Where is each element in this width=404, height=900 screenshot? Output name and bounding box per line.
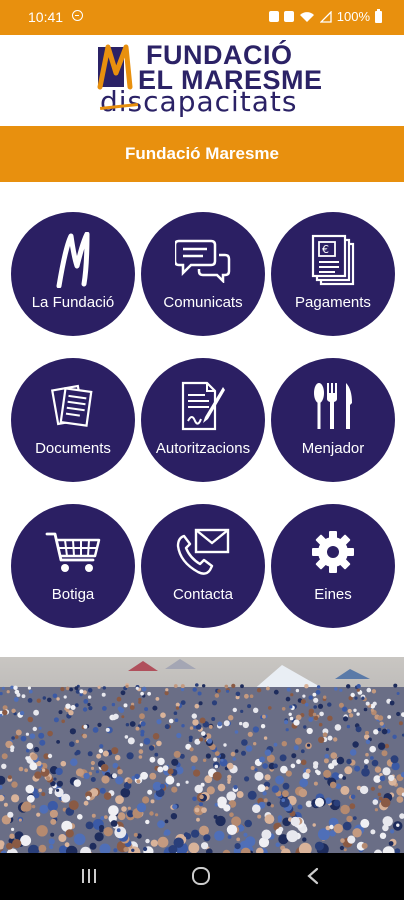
alarm-icon (283, 11, 294, 22)
menu-item-documents[interactable]: Documents (11, 358, 135, 482)
shopping-cart-icon (45, 524, 101, 580)
menu-item-botiga[interactable]: Botiga (11, 504, 135, 628)
menu-grid: La Fundació Comunicats € Pagaments Docum… (0, 182, 404, 657)
svg-text:€: € (322, 243, 329, 256)
back-icon[interactable] (306, 867, 320, 885)
sim-icon (268, 11, 279, 22)
phone-mail-icon (176, 524, 230, 580)
page-title: Fundació Maresme (125, 144, 279, 163)
status-icons: 100% (268, 8, 382, 24)
logo-text-line3: discapacitats (100, 85, 298, 118)
menu-item-autoritzacions[interactable]: Autoritzacions (141, 358, 265, 482)
menu-item-label: Pagaments (295, 294, 371, 311)
menu-item-label: Contacta (172, 586, 234, 603)
menu-item-label: Documents (35, 440, 111, 457)
battery-icon (375, 8, 382, 23)
menu-item-label: Comunicats (163, 294, 243, 311)
menu-item-contacta[interactable]: Contacta (141, 504, 265, 628)
gear-icon (311, 524, 355, 580)
menu-item-pagaments[interactable]: € Pagaments (271, 212, 395, 336)
m-logo-icon (53, 232, 93, 288)
menu-item-la-fundacio[interactable]: La Fundació (11, 212, 135, 336)
recent-apps-icon[interactable] (80, 867, 98, 885)
document-sign-icon (179, 378, 227, 434)
menu-item-label: La Fundació (31, 294, 115, 311)
menu-item-comunicats[interactable]: Comunicats (141, 212, 265, 336)
menu-item-eines[interactable]: Eines (271, 504, 395, 628)
cutlery-icon (312, 378, 354, 434)
euro-documents-icon: € (311, 232, 355, 288)
status-bar: 10:41 100% (0, 0, 404, 35)
menu-item-label: Eines (314, 586, 352, 603)
m-logo-icon (97, 44, 133, 90)
wifi-icon (299, 11, 315, 23)
documents-icon (51, 378, 95, 434)
home-icon[interactable] (191, 867, 211, 885)
menu-item-label: Menjador (301, 440, 365, 457)
status-time: 10:41 (28, 9, 64, 25)
signal-icon (319, 10, 332, 23)
chat-bubbles-icon (175, 232, 231, 288)
logo-header: FUNDACIÓ EL MARESME discapacitats (0, 35, 404, 126)
menu-item-menjador[interactable]: Menjador (271, 358, 395, 482)
crowd-photo (0, 657, 404, 853)
menu-item-label: Botiga (51, 586, 95, 603)
do-not-disturb-icon (72, 10, 83, 21)
menu-item-label: Autoritzacions (155, 440, 251, 457)
title-bar: Fundació Maresme (0, 126, 404, 182)
battery-percent: 100% (336, 9, 370, 24)
system-nav-bar (0, 853, 404, 900)
